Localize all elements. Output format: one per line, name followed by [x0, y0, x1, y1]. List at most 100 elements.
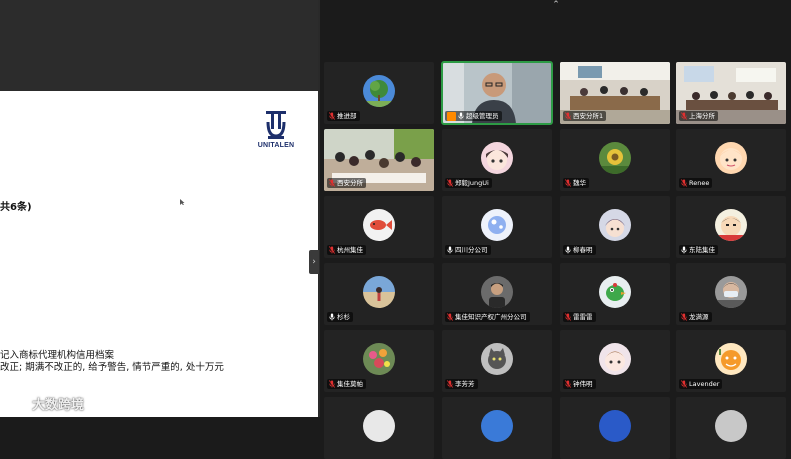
participant-avatar: [599, 410, 631, 442]
participant-name: 柳春明: [573, 246, 593, 254]
participant-name-bar: 郑毅JungUi: [445, 178, 492, 188]
mic-muted-icon: [565, 179, 571, 187]
participant-tile[interactable]: 四川分公司: [442, 196, 552, 258]
participant-name: 钟伟明: [573, 380, 593, 388]
participant-avatar: [715, 410, 747, 442]
participant-tile[interactable]: 龙满源: [676, 263, 786, 325]
watermark-text: 大数跨境: [32, 397, 85, 413]
participant-tile[interactable]: 柳春明: [560, 196, 670, 258]
mic-muted-icon: [565, 112, 571, 120]
participant-tile[interactable]: 李芳芳: [442, 330, 552, 392]
participant-name: 魏华: [573, 179, 586, 187]
participant-name-bar: Lavender: [679, 379, 723, 389]
participant-avatar: [599, 276, 631, 308]
participant-name-bar: 李芳芳: [445, 379, 478, 389]
participant-name-bar: 东陆集佳: [679, 245, 718, 255]
participant-avatar: [599, 343, 631, 375]
participant-avatar: [715, 209, 747, 241]
participant-name: 四川分公司: [455, 246, 488, 254]
participant-name: 杭州集佳: [337, 246, 363, 254]
host-badge-icon: [447, 111, 456, 121]
mic-muted-icon: [447, 380, 453, 388]
participant-name: 上海分所: [689, 112, 715, 120]
participant-avatar: [363, 75, 395, 107]
participant-avatar: [363, 410, 395, 442]
participant-avatar: [481, 142, 513, 174]
mic-muted-icon: [681, 179, 687, 187]
slide-heading: 共6条): [0, 202, 32, 213]
participant-tile[interactable]: 东陆集佳: [676, 196, 786, 258]
participant-name: 郑毅JungUi: [455, 179, 489, 187]
participant-tile[interactable]: 西安分所1: [560, 62, 670, 124]
participant-name-bar: 集佳莫帕: [327, 379, 366, 389]
mic-icon: [447, 246, 453, 254]
participant-avatar: [481, 209, 513, 241]
participant-name-bar: 杉杉: [327, 312, 353, 322]
participant-tile[interactable]: 西安分所: [324, 129, 434, 191]
chevron-right-icon: ›: [312, 256, 316, 267]
collapse-gallery-button[interactable]: ›: [309, 250, 319, 274]
participant-name-bar: 杭州集佳: [327, 245, 366, 255]
participant-tile[interactable]: 钟伟明: [560, 330, 670, 392]
participant-tile[interactable]: [442, 397, 552, 459]
participant-name: 推进部: [337, 112, 357, 120]
participant-avatar: [481, 343, 513, 375]
chevron-up-icon[interactable]: ⌃: [551, 0, 561, 10]
participant-name-bar: 四川分公司: [445, 245, 491, 255]
participant-name: Lavender: [689, 380, 720, 388]
participant-avatar: [481, 410, 513, 442]
participant-name: 东陆集佳: [689, 246, 715, 254]
participant-tile[interactable]: [676, 397, 786, 459]
participant-name-bar: Renee: [679, 178, 713, 188]
participant-name: 雷雷雷: [573, 313, 593, 321]
participant-tile[interactable]: 雷雷雷: [560, 263, 670, 325]
watermark-logo-icon: [6, 396, 28, 410]
participant-name-bar: 钟伟明: [563, 379, 596, 389]
mic-muted-icon: [681, 112, 687, 120]
participant-avatar: [715, 276, 747, 308]
participant-name-bar: 超级管理员: [445, 111, 502, 121]
participant-name-bar: 上海分所: [679, 111, 718, 121]
participant-tile[interactable]: 魏华: [560, 129, 670, 191]
participant-tile[interactable]: 集佳莫帕: [324, 330, 434, 392]
participant-avatar: [715, 343, 747, 375]
mic-muted-icon: [329, 179, 335, 187]
participant-name: 西安分所: [337, 179, 363, 187]
participant-name-bar: 柳春明: [563, 245, 596, 255]
mic-muted-icon: [329, 380, 335, 388]
participant-tile[interactable]: [560, 397, 670, 459]
unitalen-logo: UNITALEN: [256, 110, 296, 152]
slide-text-line: 改正; 期满不改正的, 给予警告, 情节严重的, 处十万元: [0, 362, 224, 373]
mic-icon: [565, 246, 571, 254]
participant-tile[interactable]: 集佳知识产权广州分公司: [442, 263, 552, 325]
participant-name-bar: 龙满源: [679, 312, 712, 322]
participant-tile[interactable]: 超级管理员: [441, 61, 553, 125]
participant-name-bar: 推进部: [327, 111, 360, 121]
participant-name: Renee: [689, 179, 710, 187]
participant-avatar: [363, 276, 395, 308]
participant-tile[interactable]: 推进部: [324, 62, 434, 124]
participant-name: 杉杉: [337, 313, 350, 321]
participant-avatar: [715, 142, 747, 174]
participant-gallery[interactable]: 推进部 超级管理员 西安分所1 上海分所西安分所 郑毅JungUi 魏华 Renee 杭州集佳…: [320, 0, 791, 459]
participant-avatar: [599, 142, 631, 174]
mic-muted-icon: [681, 380, 687, 388]
mic-muted-icon: [565, 380, 571, 388]
participant-name: 龙满源: [689, 313, 709, 321]
participant-name: 西安分所1: [573, 112, 604, 120]
participant-name-bar: 西安分所1: [563, 111, 607, 121]
participant-tile[interactable]: Renee: [676, 129, 786, 191]
participant-avatar: [363, 343, 395, 375]
participant-tile[interactable]: 上海分所: [676, 62, 786, 124]
participant-tile[interactable]: 郑毅JungUi: [442, 129, 552, 191]
participant-tile[interactable]: [324, 397, 434, 459]
participant-name-bar: 雷雷雷: [563, 312, 596, 322]
participant-name-bar: 魏华: [563, 178, 589, 188]
participant-tile[interactable]: 杭州集佳: [324, 196, 434, 258]
mic-muted-icon: [329, 246, 335, 254]
participant-tile[interactable]: 杉杉: [324, 263, 434, 325]
participant-name: 李芳芳: [455, 380, 475, 388]
unitalen-logo-icon: [266, 111, 286, 139]
participant-tile[interactable]: Lavender: [676, 330, 786, 392]
mic-muted-icon: [447, 179, 453, 187]
